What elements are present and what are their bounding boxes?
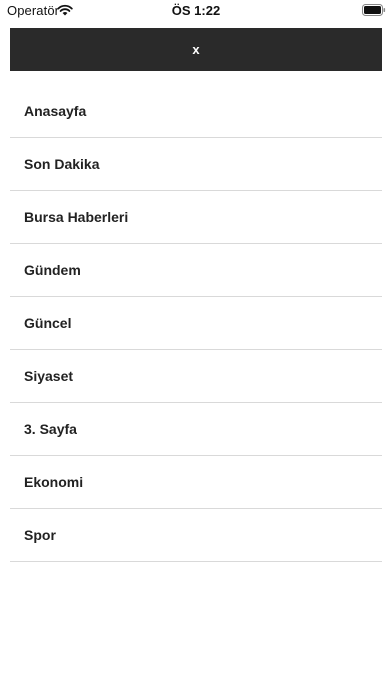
menu-item-anasayfa[interactable]: Anasayfa <box>10 85 382 138</box>
status-bar: Operatör ÖS 1:22 <box>0 0 392 22</box>
menu-item-label: Güncel <box>24 315 72 331</box>
menu-item-label: Ekonomi <box>24 474 84 490</box>
menu-item-bursa-haberleri[interactable]: Bursa Haberleri <box>10 191 382 244</box>
menu-item-label: 3. Sayfa <box>24 421 77 437</box>
menu-item-label: Spor <box>24 527 56 543</box>
menu-item-siyaset[interactable]: Siyaset <box>10 350 382 403</box>
menu-item-label: Anasayfa <box>24 103 87 119</box>
close-menu-button[interactable]: x <box>184 39 207 60</box>
menu-item-3-sayfa[interactable]: 3. Sayfa <box>10 403 382 456</box>
menu-item-label: Gündem <box>24 262 81 278</box>
menu-item-label: Siyaset <box>24 368 74 384</box>
menu-item-ekonomi[interactable]: Ekonomi <box>10 456 382 509</box>
clock-time: ÖS 1:22 <box>171 3 221 18</box>
menu-item-label: Bursa Haberleri <box>24 209 129 225</box>
menu-header-bar: x <box>10 28 382 71</box>
menu-item-spor[interactable]: Spor <box>10 509 382 562</box>
battery-icon <box>362 4 386 16</box>
menu-item-gundem[interactable]: Gündem <box>10 244 382 297</box>
menu-item-guncel[interactable]: Güncel <box>10 297 382 350</box>
menu-item-label: Son Dakika <box>24 156 100 172</box>
menu-item-son-dakika[interactable]: Son Dakika <box>10 138 382 191</box>
navigation-menu: Anasayfa Son Dakika Bursa Haberleri Günd… <box>10 85 382 562</box>
